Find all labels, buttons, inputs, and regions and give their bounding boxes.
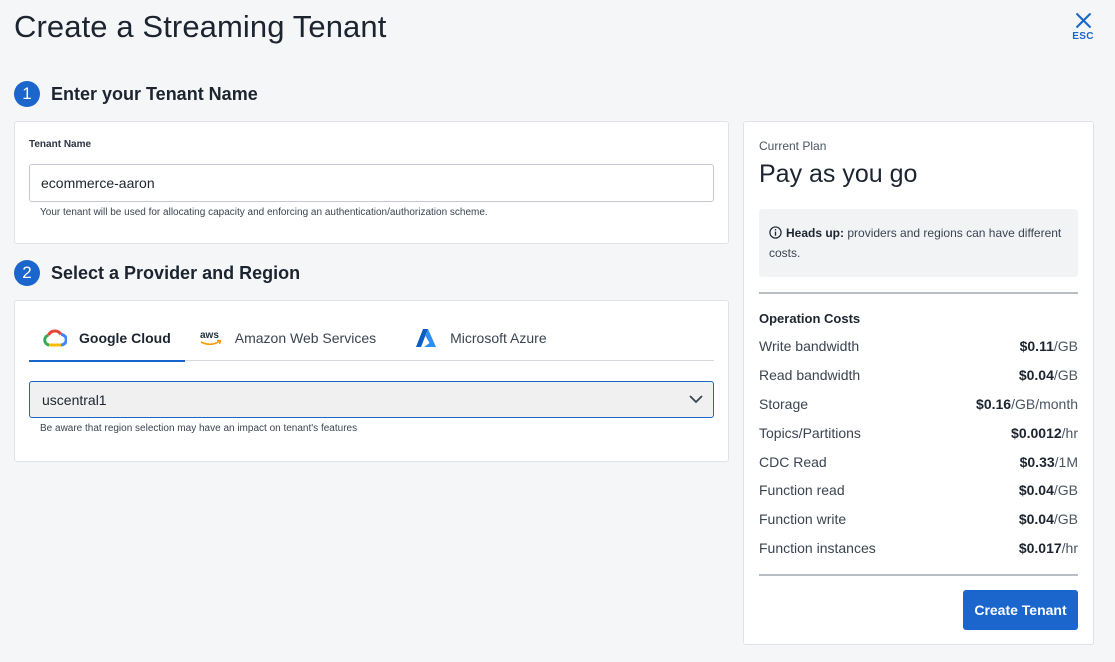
cost-unit: /GB <box>1053 367 1078 383</box>
cost-unit: /hr <box>1061 425 1078 441</box>
page-title: Create a Streaming Tenant <box>14 9 387 44</box>
cost-amount: $0.11 <box>1019 338 1054 354</box>
region-select[interactable]: uscentral1 <box>29 381 714 418</box>
cost-amount: $0.0012 <box>1011 425 1062 441</box>
provider-tabs: Google Cloud aws Amazon Web Services Mic… <box>29 315 714 362</box>
tab-microsoft-azure[interactable]: Microsoft Azure <box>390 315 560 361</box>
tab-amazon-web-services[interactable]: aws Amazon Web Services <box>185 315 390 361</box>
tenant-name-label: Tenant Name <box>29 139 92 150</box>
close-button[interactable]: ESC <box>1071 12 1095 42</box>
cost-amount: $0.017 <box>1018 540 1062 556</box>
step-title: Select a Provider and Region <box>51 262 301 283</box>
svg-text:aws: aws <box>200 330 219 341</box>
notice-heading: Heads up: <box>786 226 845 240</box>
step-title: Enter your Tenant Name <box>51 83 258 104</box>
plan-summary-card: Current Plan Pay as you go Heads up: pro… <box>743 121 1094 645</box>
cost-unit: /GB <box>1053 338 1078 354</box>
step-1-header: 1 Enter your Tenant Name <box>14 81 258 107</box>
tab-label: Google Cloud <box>79 330 171 346</box>
cost-name: Function write <box>759 511 847 527</box>
tenant-name-card: Tenant Name Your tenant will be used for… <box>14 121 729 244</box>
cost-name: Function read <box>759 482 845 498</box>
cost-name: Function instances <box>759 540 876 556</box>
aws-icon: aws <box>199 327 223 349</box>
cost-unit: /GB <box>1053 482 1078 498</box>
region-helper: Be aware that region selection may have … <box>40 423 358 434</box>
cost-row: Read bandwidth $0.04/GB <box>759 367 1078 383</box>
operation-costs-title: Operation Costs <box>759 311 861 326</box>
cost-unit: /1M <box>1054 454 1078 470</box>
step-number-badge: 2 <box>14 260 40 286</box>
cost-amount: $0.04 <box>1018 367 1054 383</box>
cost-row: Topics/Partitions $0.0012/hr <box>759 425 1078 441</box>
cost-row: Write bandwidth $0.11/GB <box>759 338 1078 354</box>
cost-notice: Heads up: providers and regions can have… <box>759 209 1078 277</box>
close-icon <box>1075 13 1091 28</box>
cost-row: Function read $0.04/GB <box>759 482 1078 498</box>
divider <box>759 292 1078 294</box>
cost-row: Function instances $0.017/hr <box>759 540 1078 556</box>
cost-row: Function write $0.04/GB <box>759 511 1078 527</box>
cost-unit: /GB <box>1053 511 1078 527</box>
chevron-down-icon <box>689 395 703 404</box>
esc-label: ESC <box>1072 31 1094 42</box>
tab-google-cloud[interactable]: Google Cloud <box>29 315 185 362</box>
cost-name: Topics/Partitions <box>759 425 861 441</box>
cost-row: Storage $0.16/GB/month <box>759 396 1078 412</box>
cost-unit: /hr <box>1061 540 1078 556</box>
cost-amount: $0.04 <box>1018 511 1054 527</box>
tenant-name-helper: Your tenant will be used for allocating … <box>40 207 488 218</box>
provider-region-card: Google Cloud aws Amazon Web Services Mic… <box>14 300 729 462</box>
cost-name: Read bandwidth <box>759 367 861 383</box>
azure-icon <box>414 327 438 349</box>
cost-amount: $0.16 <box>976 396 1012 412</box>
tenant-name-input[interactable] <box>29 164 714 202</box>
cost-row: CDC Read $0.33/1M <box>759 454 1078 470</box>
cost-name: CDC Read <box>759 454 827 470</box>
plan-name: Pay as you go <box>759 160 918 188</box>
cost-amount: $0.04 <box>1018 482 1054 498</box>
step-2-header: 2 Select a Provider and Region <box>14 260 300 286</box>
cost-amount: $0.33 <box>1019 454 1055 470</box>
google-cloud-icon <box>43 327 67 349</box>
cost-name: Storage <box>759 396 809 412</box>
tab-label: Amazon Web Services <box>234 330 377 346</box>
tab-label: Microsoft Azure <box>450 330 547 346</box>
cost-unit: /GB/month <box>1011 396 1078 412</box>
divider <box>759 574 1078 576</box>
create-tenant-button[interactable]: Create Tenant <box>963 590 1078 630</box>
cost-name: Write bandwidth <box>759 338 860 354</box>
info-icon <box>769 226 782 239</box>
step-number-badge: 1 <box>14 81 40 107</box>
region-selected-value: uscentral1 <box>42 391 107 408</box>
current-plan-label: Current Plan <box>759 139 827 153</box>
